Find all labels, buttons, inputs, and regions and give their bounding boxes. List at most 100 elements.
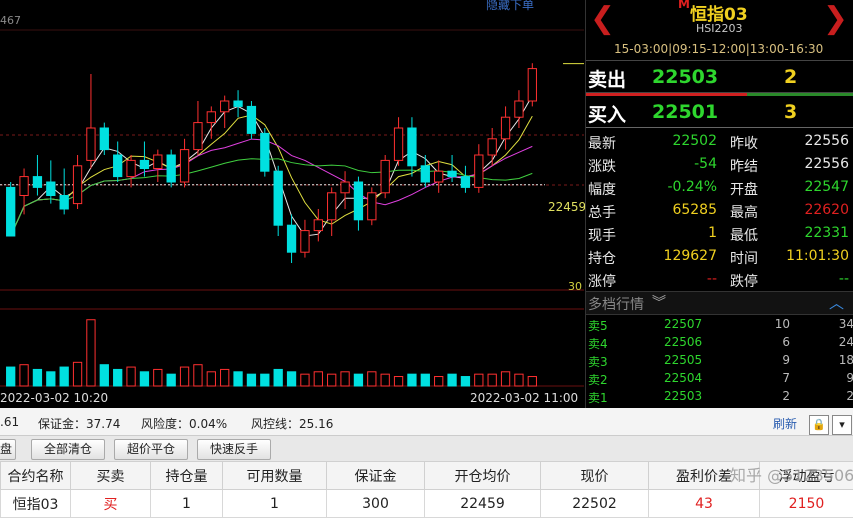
depth-row[interactable]: 卖322505918 <box>586 351 853 369</box>
depth-list: 卖5225071034卖422506624卖322505918卖22250479… <box>586 315 853 405</box>
depth-price: 22505 <box>664 353 702 367</box>
next-contract-icon[interactable]: ❯ <box>823 4 848 34</box>
trading-hours: 15-03:00|09:15-12:00|13:00-16:30 <box>614 42 823 56</box>
depth-row[interactable]: 卖22250479 <box>586 369 853 387</box>
contract-code: HSI2203 <box>696 22 743 35</box>
candle-body <box>114 155 122 177</box>
candle-body <box>328 193 336 220</box>
quote-row: 幅度-0.24%开盘22547 <box>586 176 853 199</box>
quote-row: 现手1最低22331 <box>586 222 853 245</box>
quote-value: -0.24% <box>667 179 717 195</box>
candle-body <box>394 128 402 160</box>
chevron-up-icon[interactable]: ︿ <box>829 292 844 313</box>
cell-open: 22459 <box>425 490 541 518</box>
quote-label: 总手 <box>588 202 616 222</box>
depth-title: 多档行情 <box>588 294 644 314</box>
quote-label: 现手 <box>588 225 616 245</box>
candle-body <box>314 220 322 231</box>
depth-qty: 2 <box>782 389 790 403</box>
volume-bar <box>221 369 229 386</box>
candle-body <box>261 133 269 171</box>
depth-row[interactable]: 卖422506624 <box>586 333 853 351</box>
volume-bar <box>194 365 202 386</box>
quote-label: 最新 <box>588 133 616 153</box>
quote-value: 22502 <box>672 133 717 149</box>
cell-pnl: 2150 <box>760 490 853 518</box>
volume-scale-label: 30 <box>568 280 582 293</box>
candle-body <box>7 187 15 236</box>
moving-average-line <box>11 96 533 236</box>
depth-header[interactable]: 多档行情 ︾ ︿ <box>586 291 853 315</box>
depth-price: 22506 <box>664 335 702 349</box>
volume-bar <box>314 372 322 386</box>
column-header[interactable]: 开仓均价 <box>425 462 541 490</box>
candle-body <box>127 160 135 176</box>
volume-bar <box>180 367 188 386</box>
column-header[interactable]: 合约名称 <box>1 462 71 490</box>
hide-order-link[interactable]: 隐藏下单 <box>486 0 534 13</box>
cell-margin: 300 <box>327 490 425 518</box>
refresh-button[interactable]: 刷新 <box>773 415 797 432</box>
ask-row[interactable]: 卖出 22503 2 <box>586 61 853 93</box>
margin-info: 保证金：37.74 <box>38 415 120 432</box>
candle-body <box>100 128 108 150</box>
volume-bar <box>114 369 122 386</box>
stop-line-info: 风控线：25.16 <box>251 415 333 432</box>
positions-body: 恒指03买113002245922502432150 <box>1 490 853 518</box>
quote-value: 22547 <box>804 179 849 195</box>
candle-body <box>501 117 509 139</box>
bid-price: 22501 <box>652 101 718 123</box>
volume-bar <box>301 374 309 386</box>
chevron-down-icon[interactable]: ▾ <box>832 415 852 435</box>
candle-body <box>221 101 229 112</box>
candle-body <box>207 112 215 123</box>
quote-label: 时间 <box>730 248 758 268</box>
volume-bar <box>87 320 95 386</box>
ask-label: 卖出 <box>588 65 626 92</box>
column-header[interactable]: 现价 <box>541 462 649 490</box>
column-header[interactable]: 持仓量 <box>151 462 223 490</box>
quote-label: 开盘 <box>730 179 758 199</box>
quote-value: 65285 <box>672 202 717 218</box>
bid-row[interactable]: 买入 22501 3 <box>586 96 853 128</box>
column-header[interactable]: 买卖 <box>71 462 151 490</box>
candle-body <box>60 196 68 210</box>
volume-bar <box>421 374 429 386</box>
column-header[interactable]: 可用数量 <box>223 462 327 490</box>
candle-body <box>515 101 523 117</box>
depth-level: 卖1 <box>588 389 608 406</box>
volume-bar <box>448 374 456 386</box>
depth-row[interactable]: 卖12250322 <box>586 387 853 405</box>
table-row[interactable]: 恒指03买113002245922502432150 <box>1 490 853 518</box>
partial-tab[interactable]: 盘 <box>0 439 16 460</box>
candle-body <box>435 171 443 182</box>
depth-level: 卖3 <box>588 353 608 370</box>
account-partial-value: .61 <box>0 415 19 429</box>
candle-body <box>154 155 162 169</box>
volume-bar <box>501 372 509 386</box>
over-price-close-button[interactable]: 超价平仓 <box>114 439 188 460</box>
depth-level: 卖4 <box>588 335 608 352</box>
quick-reverse-button[interactable]: 快速反手 <box>197 439 271 460</box>
bid-qty: 3 <box>784 101 797 123</box>
candle-body <box>341 182 349 193</box>
close-all-button[interactable]: 全部清仓 <box>31 439 105 460</box>
main-contract-mark: M <box>678 0 690 11</box>
reference-price-label: 22459 <box>548 200 586 214</box>
cell-diff: 43 <box>649 490 760 518</box>
depth-row[interactable]: 卖5225071034 <box>586 315 853 333</box>
kline-chart[interactable]: 隐藏下单 467 22459 30 2022-03-02 10:20 2022-… <box>0 0 584 408</box>
quote-row: 涨跌-54昨结22556 <box>586 153 853 176</box>
candle-body <box>87 128 95 160</box>
quote-label: 昨结 <box>730 156 758 176</box>
quote-label: 昨收 <box>730 133 758 153</box>
volume-bar <box>167 374 175 386</box>
volume-bar <box>154 369 162 386</box>
volume-bar <box>381 374 389 386</box>
double-chevron-down-icon[interactable]: ︾ <box>652 292 666 312</box>
column-header[interactable]: 保证金 <box>327 462 425 490</box>
candle-body <box>528 69 536 101</box>
candle-body <box>475 155 483 187</box>
lock-icon[interactable]: 🔒 <box>809 415 829 435</box>
prev-contract-icon[interactable]: ❮ <box>590 4 615 34</box>
